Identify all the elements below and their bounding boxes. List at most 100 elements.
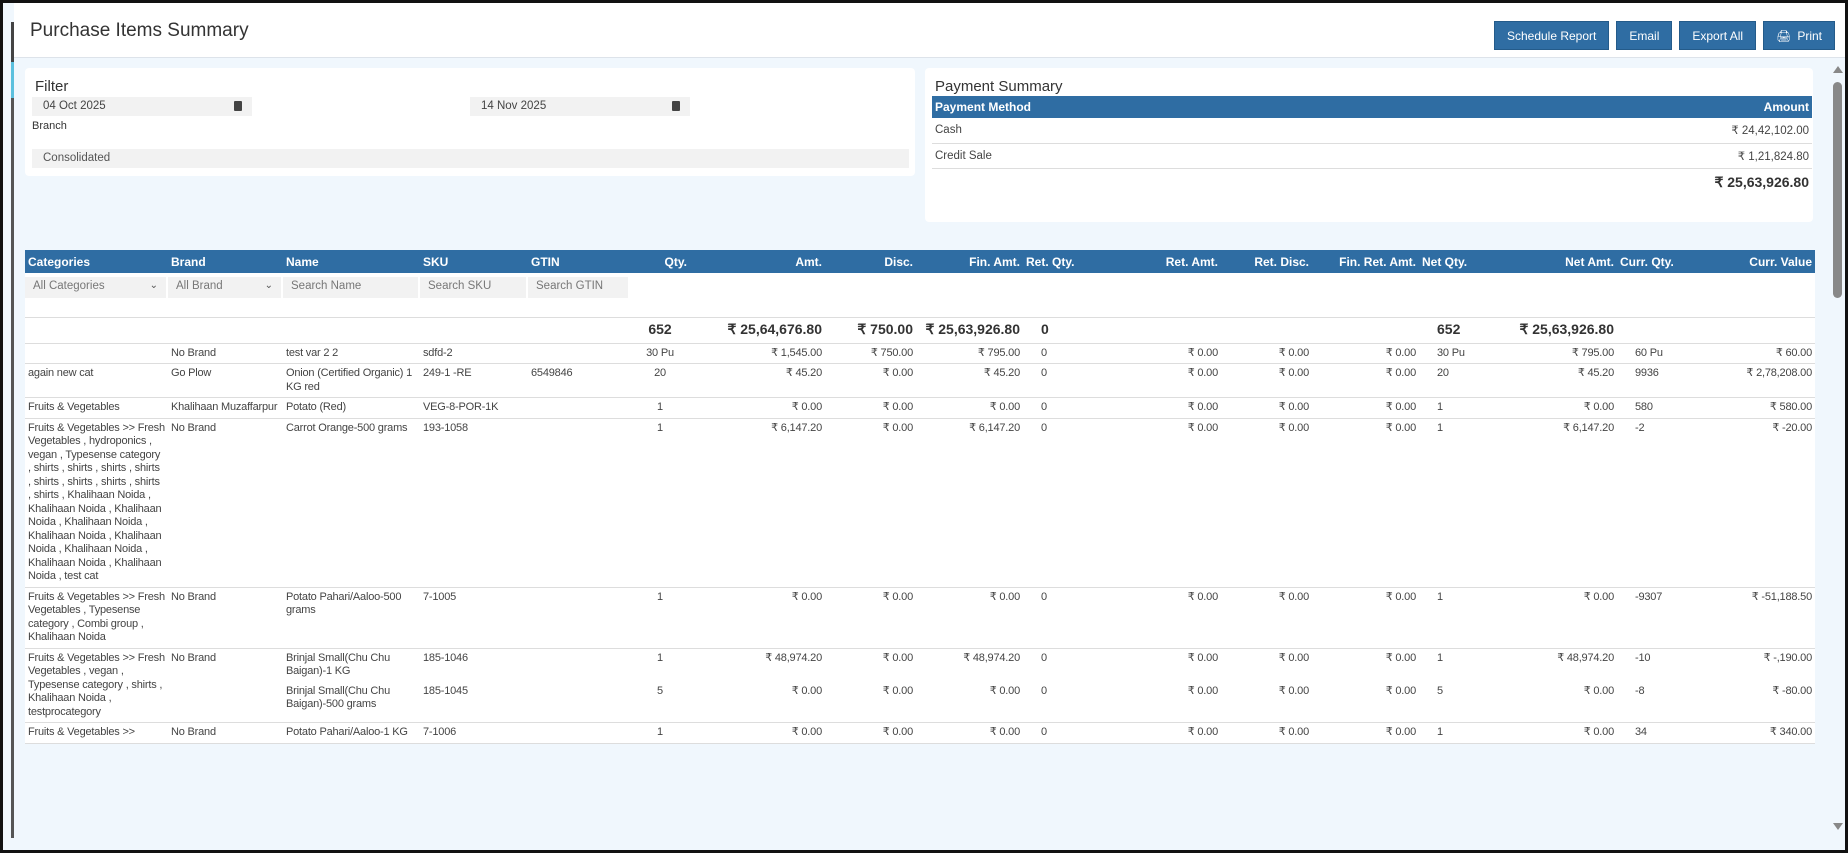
cell-curr-value: ₹ -20.00 [1772, 421, 1812, 434]
categories-filter[interactable]: All Categories ⌄ [25, 277, 166, 298]
cell-sku: 193-1058 [423, 421, 468, 434]
col-name[interactable]: Name [283, 250, 420, 273]
brand-filter[interactable]: All Brand ⌄ [168, 277, 281, 298]
to-date-input[interactable]: 14 Nov 2025 [470, 97, 690, 116]
cell-sku: 7-1006 [423, 726, 457, 738]
col-curr-value[interactable]: Curr. Value [1690, 250, 1815, 273]
search-sku-input[interactable]: Search SKU [420, 277, 526, 298]
col-sku[interactable]: SKU [420, 250, 528, 273]
cell-amt: ₹ 0.00 [791, 726, 822, 738]
cell-fin-amt: ₹ 48,974.20 [963, 651, 1020, 664]
cell-ret-disc: ₹ 0.00 [1278, 590, 1309, 603]
cell-curr-qty: 580 [1635, 401, 1653, 413]
cell-net-amt: ₹ 48,974.20 [1557, 651, 1614, 664]
payment-total: ₹ 25,63,926.80 [1714, 173, 1809, 190]
export-all-button[interactable]: Export All [1679, 21, 1757, 50]
cell-ret-disc: ₹ 0.00 [1278, 421, 1309, 434]
cell-ret-qty: 0 [1041, 590, 1047, 603]
total-ret-qty: 0 [1023, 317, 1100, 344]
filter-card: Filter 04 Oct 2025 14 Nov 2025 Branch Co… [25, 68, 915, 176]
cell-ret-qty: 0 [1041, 651, 1047, 664]
page-title: Purchase Items Summary [30, 20, 249, 41]
cell-net-amt: ₹ 795.00 [1571, 346, 1614, 359]
total-fin-amt: ₹ 25,63,926.80 [916, 317, 1023, 344]
cell-brand: Khalihaan Muzaffarpur [168, 397, 283, 419]
col-ret-disc[interactable]: Ret. Disc. [1221, 250, 1312, 273]
cell-brand: Go Plow [168, 363, 283, 398]
cell-net-amt: ₹ 0.00 [1583, 684, 1614, 697]
categories-filter-value: All Categories [33, 280, 105, 292]
cell-fin-ret-amt: ₹ 0.00 [1385, 401, 1416, 413]
scrollbar-thumb[interactable] [1833, 82, 1842, 298]
col-qty[interactable]: Qty. [630, 250, 690, 273]
cell-gtin: 6549846 [531, 367, 573, 379]
scroll-down-icon[interactable] [1833, 823, 1843, 830]
calendar-icon[interactable] [234, 101, 242, 111]
col-fin-amt[interactable]: Fin. Amt. [916, 250, 1023, 273]
cell-ret-disc: ₹ 0.00 [1278, 401, 1309, 413]
col-ret-qty[interactable]: Ret. Qty. [1023, 250, 1100, 273]
cell-curr-qty: 9936 [1635, 367, 1659, 379]
total-net-amt: ₹ 25,63,926.80 [1480, 317, 1617, 344]
col-net-qty[interactable]: Net Qty. [1419, 250, 1480, 273]
print-button[interactable]: 🖨 Print [1763, 21, 1835, 50]
cell-ret-qty: 0 [1041, 726, 1047, 738]
col-fin-ret-amt[interactable]: Fin. Ret. Amt. [1312, 250, 1419, 273]
cell-name: Onion (Certified Organic) 1 KG red [286, 367, 413, 393]
cell-curr-qty: -9307 [1635, 590, 1663, 603]
payment-amount: ₹ 1,21,824.80 [1375, 143, 1812, 169]
table-row: No Brand test var 2 2 sdfd-2 30 Pu ₹ 1,545.0… [25, 343, 1815, 364]
cell-name: Carrot Orange-500 grams [286, 421, 408, 434]
col-curr-qty[interactable]: Curr. Qty. [1617, 250, 1690, 273]
col-ret-amt[interactable]: Ret. Amt. [1100, 250, 1221, 273]
cell-curr-qty: 34 [1635, 726, 1647, 738]
chevron-down-icon: ⌄ [149, 280, 158, 291]
cell-disc: ₹ 0.00 [882, 590, 913, 603]
col-brand[interactable]: Brand [168, 250, 283, 273]
col-net-amt[interactable]: Net Amt. [1480, 250, 1617, 273]
items-table-container: Categories Brand Name SKU GTIN Qty. Amt. Disc. F… [25, 250, 1815, 744]
cell-ret-disc: ₹ 0.00 [1278, 684, 1309, 697]
cell-fin-ret-amt: ₹ 0.00 [1385, 367, 1416, 379]
cell-curr-value: ₹ -51,188.50 [1751, 590, 1812, 603]
calendar-icon[interactable] [672, 101, 680, 111]
col-amt[interactable]: Amt. [690, 250, 825, 273]
cell-ret-disc: ₹ 0.00 [1278, 726, 1309, 738]
table-row: Fruits & Vegetables >> Fresh Vegetables … [25, 648, 1815, 723]
search-gtin-input[interactable]: Search GTIN [528, 277, 628, 298]
cell-name: Potato (Red) [286, 401, 346, 413]
cell-net-qty: 5 [1437, 684, 1443, 697]
col-gtin[interactable]: GTIN [528, 250, 630, 273]
cell-curr-value: ₹ 2,78,208.00 [1746, 367, 1812, 379]
from-date-input[interactable]: 04 Oct 2025 [32, 97, 252, 116]
vertical-scrollbar[interactable] [1831, 62, 1845, 834]
payment-method: Cash [932, 118, 1376, 144]
items-table: Categories Brand Name SKU GTIN Qty. Amt. Disc. F… [25, 250, 1815, 744]
cell-fin-ret-amt: ₹ 0.00 [1385, 590, 1416, 603]
cell-net-amt: ₹ 45.20 [1577, 367, 1614, 379]
cell-ret-amt: ₹ 0.00 [1187, 651, 1218, 664]
table-row: Fruits & Vegetables >> Fresh Vegetables … [25, 418, 1815, 588]
branch-select[interactable]: Consolidated [32, 149, 909, 168]
cell-amt: ₹ 0.00 [791, 684, 822, 697]
email-button[interactable]: Email [1616, 21, 1673, 50]
search-name-input[interactable]: Search Name [283, 277, 418, 298]
cell-fin-ret-amt: ₹ 0.00 [1385, 346, 1416, 359]
cell-curr-value: ₹ 340.00 [1769, 726, 1812, 738]
cell-ret-disc: ₹ 0.00 [1278, 651, 1309, 664]
cell-amt: ₹ 45.20 [785, 367, 822, 379]
cell-sku: 7-1005 [423, 590, 457, 603]
col-disc[interactable]: Disc. [825, 250, 916, 273]
cell-fin-amt: ₹ 0.00 [989, 684, 1020, 697]
col-categories[interactable]: Categories [25, 250, 168, 273]
filter-title: Filter [35, 78, 69, 95]
cell-net-qty: 1 [1437, 726, 1443, 738]
payment-row: Credit Sale ₹ 1,21,824.80 [932, 143, 1812, 169]
cell-ret-qty: 0 [1041, 401, 1047, 413]
cell-ret-amt: ₹ 0.00 [1187, 726, 1218, 738]
payment-amount: ₹ 24,42,102.00 [1375, 118, 1812, 144]
scroll-up-icon[interactable] [1833, 66, 1843, 73]
left-edge-accent [11, 62, 14, 98]
cell-amt: ₹ 1,545.00 [771, 346, 822, 359]
schedule-report-button[interactable]: Schedule Report [1493, 21, 1610, 50]
